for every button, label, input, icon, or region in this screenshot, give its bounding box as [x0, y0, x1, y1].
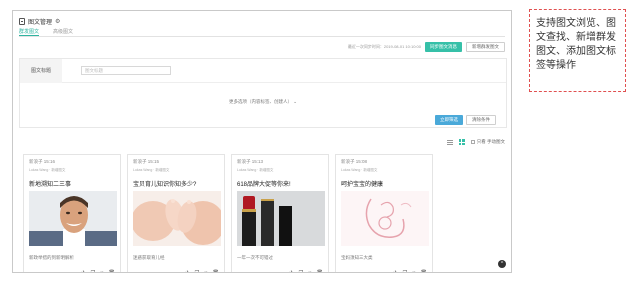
card-actions: ✈ ❐ ∞ 🗑	[289, 270, 323, 272]
card-time: 新浪子 15:15	[133, 159, 160, 164]
card-description: 宝妈须知三大类	[341, 255, 373, 260]
title-search-input[interactable]: 图文标题	[81, 66, 171, 75]
card-image-lipstick	[237, 191, 325, 246]
card-actions: ✈ ❐ ∞ 🗑	[393, 270, 427, 272]
app-window: 图文管理 ⚙ 群发图文 高级图文 最近一次同步时间：2019-08-01 10:…	[12, 10, 512, 273]
filter-panel: 图文标题 图文标题 更多选项（内容标签、创建人） ⌄ 立即筛选 清除条件	[19, 58, 507, 128]
article-card-list: 新浪子 15:16 Lukas Wang · 新增图文 新地溯知二三事 新政举措…	[23, 154, 433, 272]
view-switcher: 只看 手动图文	[446, 139, 505, 145]
copy-icon[interactable]: ❐	[403, 270, 407, 272]
page-header: 图文管理 ⚙	[19, 16, 60, 26]
card-title[interactable]: 宝贝育儿知识你知多少?	[133, 179, 196, 188]
article-card[interactable]: 新浪子 15:16 Lukas Wang · 新增图文 新地溯知二三事 新政举措…	[23, 154, 121, 272]
grid-view-icon[interactable]	[458, 139, 465, 145]
scroll-top-icon[interactable]: ^	[498, 260, 506, 268]
link-icon[interactable]: ∞	[204, 270, 208, 272]
card-description: 新政举措的到新明解析	[29, 255, 74, 260]
tab-bar: 群发图文 高级图文	[19, 28, 505, 37]
card-time: 新浪子 15:08	[341, 159, 368, 164]
filter-buttons: 立即筛选 清除条件	[435, 115, 496, 125]
card-image-mother-sketch	[341, 191, 429, 246]
list-view-icon[interactable]	[446, 139, 453, 145]
tab-mass-articles[interactable]: 群发图文	[19, 28, 40, 36]
delete-icon[interactable]: 🗑	[213, 270, 219, 272]
card-author: Lukas Wang · 新增图文	[29, 168, 66, 172]
send-icon[interactable]: ✈	[81, 270, 85, 272]
card-description: 迷惑获取育儿经	[133, 255, 165, 260]
article-card[interactable]: 新浪子 15:15 Lukas Wang · 新增图文 宝贝育儿知识你知多少? …	[127, 154, 225, 272]
card-image-man	[29, 191, 117, 246]
card-author: Lukas Wang · 新增图文	[133, 168, 170, 172]
copy-icon[interactable]: ❐	[299, 270, 303, 272]
article-card[interactable]: 新浪子 15:13 Lukas Wang · 新增图文 618品牌大促等你来! …	[231, 154, 329, 272]
delete-icon[interactable]: 🗑	[421, 270, 427, 272]
copy-icon[interactable]: ❐	[195, 270, 199, 272]
copy-icon[interactable]: ❐	[91, 270, 95, 272]
link-icon[interactable]: ∞	[412, 270, 416, 272]
card-image-baby-feet	[133, 191, 221, 246]
tab-advanced-articles[interactable]: 高级图文	[53, 28, 73, 36]
card-author: Lukas Wang · 新增图文	[237, 168, 274, 172]
card-time: 新浪子 15:13	[237, 159, 264, 164]
card-actions: ✈ ❐ ∞ 🗑	[81, 270, 115, 272]
card-author: Lukas Wang · 新增图文	[341, 168, 378, 172]
send-icon[interactable]: ✈	[289, 270, 293, 272]
apply-filter-button[interactable]: 立即筛选	[435, 115, 463, 125]
clear-filter-button[interactable]: 清除条件	[466, 115, 496, 125]
delete-icon[interactable]: 🗑	[317, 270, 323, 272]
new-article-button[interactable]: 新增群发图文	[466, 41, 505, 52]
annotation-callout: 支持图文浏览、图文查找、新增群发图文、添加图文标签等操作	[529, 9, 626, 92]
card-time: 新浪子 15:16	[29, 159, 56, 164]
article-card[interactable]: 新浪子 15:08 Lukas Wang · 新增图文 呵护宝宝的健康 宝妈须知…	[335, 154, 433, 272]
only-manual-filter[interactable]: 只看 手动图文	[470, 139, 505, 145]
card-title[interactable]: 新地溯知二三事	[29, 179, 71, 188]
delete-icon[interactable]: 🗑	[109, 270, 115, 272]
document-icon	[19, 17, 25, 25]
filter-row: 图文标题 图文标题	[20, 59, 506, 83]
link-icon[interactable]: ∞	[308, 270, 312, 272]
card-title[interactable]: 618品牌大促等你来!	[237, 179, 291, 188]
last-sync-text: 最近一次同步时间：2019-08-01 10:10:00	[347, 43, 421, 49]
card-title[interactable]: 呵护宝宝的健康	[341, 179, 383, 188]
checkbox-icon[interactable]	[470, 139, 475, 144]
send-icon[interactable]: ✈	[185, 270, 189, 272]
toolbar: 最近一次同步时间：2019-08-01 10:10:00 同步图文消息 新增群发…	[348, 41, 505, 52]
page-title: 图文管理	[28, 19, 53, 26]
card-description: 一年一次不可错过	[237, 255, 273, 260]
card-actions: ✈ ❐ ∞ 🗑	[185, 270, 219, 272]
send-icon[interactable]: ✈	[393, 270, 397, 272]
settings-icon[interactable]: ⚙	[55, 18, 60, 25]
filter-label: 图文标题	[20, 59, 62, 83]
more-options-toggle[interactable]: 更多选项（内容标签、创建人） ⌄	[20, 99, 506, 105]
sync-button[interactable]: 同步图文消息	[425, 41, 462, 52]
link-icon[interactable]: ∞	[100, 270, 104, 272]
